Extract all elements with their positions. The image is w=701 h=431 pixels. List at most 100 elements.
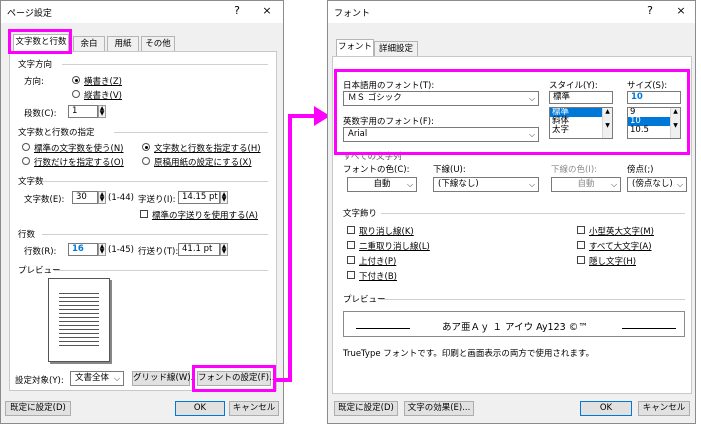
underline-value: (下線なし) bbox=[438, 179, 479, 189]
font-title: フォント bbox=[334, 9, 371, 19]
font-ok-button[interactable]: OK bbox=[580, 401, 632, 416]
chars-range: (1-44) bbox=[108, 193, 134, 203]
lines-label: 行数(R): bbox=[24, 247, 57, 257]
font-preview-text: あア亜Ａｙ １ アイウ Ay123 ©™ bbox=[442, 322, 588, 333]
pitch-label: 字送り(I): bbox=[138, 195, 176, 205]
superscript-checkbox[interactable] bbox=[347, 256, 355, 264]
default-pitch-label: 標準の字送りを使用する(A) bbox=[152, 211, 258, 221]
page-preview bbox=[48, 278, 110, 362]
small-caps-checkbox[interactable] bbox=[577, 226, 585, 234]
font-color-value: 自動 bbox=[373, 179, 391, 189]
page-setup-title: ページ設定 bbox=[7, 9, 52, 19]
page-setup-ok-button[interactable]: OK bbox=[175, 401, 225, 416]
apply-to-dropdown[interactable]: 文書全体 ⌵ bbox=[70, 371, 124, 386]
radio-horizontal[interactable] bbox=[72, 76, 80, 84]
line-pitch-input[interactable]: 41.1 pt bbox=[178, 243, 220, 256]
double-strike-label: 二重取り消し線(L) bbox=[359, 242, 430, 252]
tab-paper[interactable]: 用紙 bbox=[107, 36, 139, 51]
chars-section: 文字数 bbox=[18, 177, 44, 187]
connector-arrow bbox=[274, 106, 330, 382]
subscript-label: 下付き(B) bbox=[359, 272, 397, 282]
superscript-label: 上付き(P) bbox=[359, 257, 397, 267]
page-setup-panel: 文字方向 方向: 横書き(Z) 縦書き(V) 段数(C): 1 ▲ ▼ 文字数と行… bbox=[9, 51, 277, 391]
horizontal-label: 横書き(Z) bbox=[84, 77, 122, 87]
all-caps-label: すべて大文字(A) bbox=[589, 242, 652, 252]
font-dialog: フォント ? × フォント 詳細設定 日本語用のフォント(T): ＭＳ ゴシック… bbox=[327, 0, 696, 424]
columns-label: 段数(C): bbox=[24, 109, 57, 119]
grid-lines-button[interactable]: グリッド線(W)... bbox=[132, 371, 199, 386]
font-color-dropdown[interactable]: 自動 ⌵ bbox=[347, 177, 417, 192]
radio-manuscript[interactable] bbox=[142, 157, 150, 165]
font-preview-box: あア亜Ａｙ １ アイウ Ay123 ©™ bbox=[343, 311, 685, 337]
double-strike-checkbox[interactable] bbox=[347, 241, 355, 249]
direction-label: 方向: bbox=[24, 77, 44, 87]
subscript-checkbox[interactable] bbox=[347, 271, 355, 279]
chevron-down-icon: ⌵ bbox=[676, 180, 684, 189]
underline-color-dropdown[interactable]: 自動 ⌵ bbox=[551, 177, 621, 192]
lines-input[interactable]: 16 bbox=[68, 243, 98, 256]
truetype-note: TrueType フォントです。印刷と画面表示の両方で使用されます。 bbox=[343, 349, 595, 359]
font-help-button[interactable]: ? bbox=[642, 4, 658, 17]
hidden-checkbox[interactable] bbox=[577, 256, 585, 264]
chars-spinner[interactable]: ▲ ▼ bbox=[98, 191, 106, 204]
hidden-label: 隠し文字(H) bbox=[589, 257, 637, 267]
manuscript-label: 原稿用紙の設定にする(X) bbox=[154, 158, 252, 168]
chars-label: 文字数(E): bbox=[24, 195, 65, 205]
page-setup-titlebar: ページ設定 ? × bbox=[1, 1, 283, 23]
vertical-label: 縦書き(V) bbox=[84, 91, 122, 101]
page-setup-default-button[interactable]: 既定に設定(D) bbox=[5, 401, 71, 416]
effects-section: 文字飾り bbox=[343, 209, 378, 219]
chevron-down-icon: ⌵ bbox=[113, 374, 121, 383]
chars-input[interactable]: 30 bbox=[72, 191, 98, 204]
radio-standard-chars[interactable] bbox=[22, 143, 30, 151]
font-close-icon[interactable]: × bbox=[673, 4, 689, 17]
direction-section: 文字方向 bbox=[18, 60, 53, 70]
columns-spinner[interactable]: ▲ ▼ bbox=[98, 105, 106, 118]
help-button[interactable]: ? bbox=[229, 4, 245, 17]
tab-advanced[interactable]: 詳細設定 bbox=[374, 41, 418, 56]
emphasis-value: (傍点なし) bbox=[632, 179, 673, 189]
line-pitch-spinner[interactable]: ▲ ▼ bbox=[220, 243, 228, 256]
font-cancel-button[interactable]: キャンセル bbox=[638, 401, 690, 416]
apply-to-value: 文書全体 bbox=[75, 373, 110, 383]
chevron-down-icon: ⌵ bbox=[528, 180, 536, 189]
pitch-spinner[interactable]: ▲ ▼ bbox=[220, 191, 228, 204]
font-titlebar: フォント ? × bbox=[328, 1, 695, 23]
chars-lines-label: 文字数と行数を指定する(H) bbox=[154, 144, 261, 154]
radio-lines-only[interactable] bbox=[22, 157, 30, 165]
grid-section: 文字数と行数の指定 bbox=[18, 128, 95, 138]
tab-font[interactable]: フォント bbox=[336, 39, 374, 56]
font-selection-highlight bbox=[334, 69, 690, 155]
columns-input[interactable]: 1 bbox=[68, 105, 98, 118]
underline-color-value: 自動 bbox=[577, 179, 595, 189]
chevron-down-icon: ⌵ bbox=[610, 180, 618, 189]
strikethrough-checkbox[interactable] bbox=[347, 226, 355, 234]
lines-range: (1-45) bbox=[108, 245, 134, 255]
line-pitch-label: 行送り(T): bbox=[138, 247, 179, 257]
chevron-down-icon: ⌵ bbox=[406, 180, 414, 189]
default-pitch-checkbox[interactable] bbox=[140, 210, 148, 218]
underline-label: 下線(U): bbox=[433, 165, 466, 175]
font-settings-highlight bbox=[192, 365, 276, 392]
apply-to-label: 設定対象(Y): bbox=[15, 376, 64, 386]
radio-chars-lines[interactable] bbox=[142, 143, 150, 151]
radio-vertical[interactable] bbox=[72, 90, 80, 98]
underline-dropdown[interactable]: (下線なし) ⌵ bbox=[433, 177, 539, 192]
text-effects-button[interactable]: 文字の効果(E)... bbox=[404, 401, 474, 416]
font-color-label: フォントの色(C): bbox=[343, 165, 410, 175]
tab-margins[interactable]: 余白 bbox=[73, 36, 105, 51]
strikethrough-label: 取り消し線(K) bbox=[359, 227, 414, 237]
emphasis-dropdown[interactable]: (傍点なし) ⌵ bbox=[627, 177, 687, 192]
emphasis-label: 傍点(;) bbox=[627, 165, 654, 175]
page-setup-cancel-button[interactable]: キャンセル bbox=[229, 401, 279, 416]
standard-chars-label: 標準の文字数を使う(N) bbox=[34, 144, 124, 154]
close-icon[interactable]: × bbox=[259, 4, 275, 17]
page-setup-dialog: ページ設定 ? × 文字数と行数 余白 用紙 その他 文字方向 方向: 横書き(… bbox=[0, 0, 284, 424]
tab-other[interactable]: その他 bbox=[141, 36, 175, 51]
chars-lines-tab-highlight bbox=[8, 29, 72, 54]
lines-spinner[interactable]: ▲ ▼ bbox=[98, 243, 106, 256]
font-default-button[interactable]: 既定に設定(D) bbox=[334, 401, 398, 416]
pitch-input[interactable]: 14.15 pt bbox=[178, 191, 220, 204]
underline-color-label: 下線の色(I): bbox=[551, 165, 598, 175]
all-caps-checkbox[interactable] bbox=[577, 241, 585, 249]
